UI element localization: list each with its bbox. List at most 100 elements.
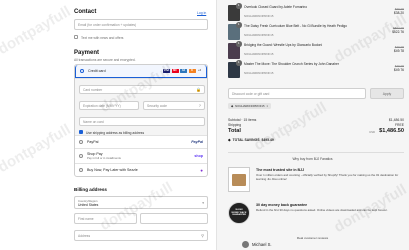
item-name: Master The Move: The Shoulder Crunch Ser…: [244, 62, 339, 66]
quantity-badge: 1: [236, 41, 242, 47]
guarantee-title: 30 day money back guarantee: [256, 203, 308, 207]
name-on-card-field[interactable]: Name on card: [79, 117, 205, 126]
paypal-label: PayPal: [87, 140, 99, 144]
trust-text: Over 1 million orders and counting - off…: [256, 173, 399, 181]
subtotal-label: Subtotal · 15 items: [228, 118, 257, 122]
item-price: $522.76: [392, 30, 404, 34]
cart-item: 1 Overlook Closed Guard by Adele Fornari…: [228, 3, 404, 21]
first-name-field[interactable]: First name: [74, 213, 137, 224]
shop-pay-text: Shop Pay Pay in full or in installments: [87, 152, 121, 160]
payment-option-shop-pay[interactable]: Shop Pay Pay in full or in installments …: [75, 148, 207, 163]
radio-icon[interactable]: [80, 69, 84, 73]
tag-icon: ◆: [231, 104, 234, 108]
radio-icon[interactable]: [79, 168, 83, 172]
total-savings: ◆ TOTAL SAVINGS $495.49: [228, 138, 274, 142]
sezzle-icon: ●: [200, 167, 203, 173]
shop-pay-sub: Pay in full or in installments: [87, 156, 121, 160]
applied-code-tag: ◆ NOGUARDNOPROF15 ×: [228, 103, 272, 109]
payment-heading: Payment: [74, 50, 100, 56]
login-link[interactable]: Log in: [197, 11, 206, 15]
discount-code-field[interactable]: Discount code or gift card: [228, 88, 366, 99]
card-brand-icons: VISA MC AX D +4: [163, 68, 202, 74]
item-price: $49.78: [393, 49, 404, 53]
applied-code: NOGUARDNOPROF15: [235, 104, 265, 108]
shipping-label: Shipping: [228, 123, 242, 127]
country-value: United States: [78, 202, 99, 207]
guarantee-badge-text: 30-DAY MONEY BACK GUARANTEE: [231, 209, 247, 217]
country-select[interactable]: Country/Region United States ▾: [74, 196, 208, 209]
payment-option-paypal[interactable]: PayPal PayPal: [75, 135, 207, 148]
expiration-field[interactable]: Expiration date (MM / YY): [79, 101, 139, 110]
box-icon: [228, 167, 250, 192]
card-number-field[interactable]: Card number 🔒: [79, 85, 205, 94]
card-form: Card number 🔒 Expiration date (MM / YY) …: [75, 78, 207, 135]
item-name: Bridging the Guard: Wrestle Ups by Gianc…: [244, 43, 323, 47]
billing-same-label: Use shipping address as billing address: [86, 130, 145, 135]
expiration-placeholder: Expiration date (MM / YY): [83, 103, 121, 108]
reviews-heading: Real customer reviews: [296, 236, 329, 240]
visa-icon: VISA: [163, 68, 170, 74]
payment-option-sezzle[interactable]: Buy Now, Pay Later with Sezzle ●: [75, 163, 207, 176]
chevron-down-icon: ▾: [202, 201, 204, 205]
more-cards-count: +4: [198, 68, 201, 72]
security-code-field[interactable]: Security code ?: [143, 101, 205, 110]
first-name-placeholder: First name: [78, 216, 94, 221]
security-placeholder: Security code: [147, 103, 167, 108]
savings-value: $495.49: [261, 138, 274, 142]
radio-icon[interactable]: [79, 140, 83, 144]
checkout-form: Contact Log in Email (for order confirma…: [0, 0, 216, 250]
item-name: Overlook Closed Guard by Adele Fornarino: [244, 5, 308, 9]
address-field[interactable]: Address ⚲: [74, 230, 208, 241]
card-number-placeholder: Card number: [83, 87, 103, 92]
total-label: Total: [228, 128, 241, 134]
divider: [228, 152, 404, 153]
avatar: [242, 241, 249, 248]
guarantee-text: Refund in the first 30 days no questions…: [256, 208, 388, 212]
quantity-badge: 1: [236, 60, 242, 66]
payment-option-credit-card[interactable]: Credit card VISA MC AX D +4: [75, 65, 207, 78]
cart-item: 1 Master The Move: The Shoulder Crunch S…: [228, 60, 404, 78]
shop-pay-logo: shop: [194, 154, 203, 158]
quantity-badge: 1: [236, 22, 242, 28]
apply-button[interactable]: Apply: [370, 88, 404, 99]
contact-heading: Contact: [74, 9, 97, 15]
trust-heading: Why buy from BJJ Fanatics: [292, 157, 333, 161]
credit-card-label: Credit card: [88, 69, 106, 73]
item-name: The Daisy Fresh Curriculum Blue Belt - N…: [244, 24, 347, 28]
quantity-badge: 1: [236, 3, 242, 9]
billing-same-checkbox[interactable]: [79, 130, 83, 134]
close-icon[interactable]: ×: [267, 104, 269, 108]
lock-icon: 🔒: [196, 87, 201, 92]
item-discount-code: NOGUARDNOPROF15: [244, 33, 274, 37]
subtotal-value: $1,486.50: [388, 118, 404, 122]
name-placeholder: Name on card: [83, 119, 104, 124]
news-label: Text me with news and offers: [81, 35, 124, 40]
item-price: $38.20: [393, 11, 404, 15]
last-name-field[interactable]: [140, 213, 208, 224]
news-checkbox[interactable]: [74, 35, 78, 39]
trust-title: The most trusted site in BJJ: [256, 168, 305, 172]
item-price: $49.76: [393, 68, 404, 72]
guarantee-badge-icon: 30-DAY MONEY BACK GUARANTEE: [228, 202, 250, 224]
help-icon: ?: [198, 103, 201, 108]
amex-icon: AX: [180, 68, 187, 74]
payment-methods: Credit card VISA MC AX D +4 Card number …: [74, 64, 208, 177]
reviewer-name: Michael S.: [252, 242, 272, 247]
radio-icon[interactable]: [79, 154, 83, 158]
cart-item: 1 Bridging the Guard: Wrestle Ups by Gia…: [228, 41, 404, 59]
tag-icon: ◆: [228, 138, 231, 142]
discount-placeholder: Discount code or gift card: [232, 91, 270, 96]
mastercard-icon: MC: [171, 68, 179, 74]
search-icon: ⚲: [201, 233, 204, 238]
payment-subtitle: All transactions are secure and encrypte…: [74, 58, 136, 62]
package-icon: [232, 173, 246, 186]
item-discount-code: NOGUARDNOPROF15: [244, 52, 274, 56]
billing-heading: Billing address: [74, 187, 107, 192]
sezzle-label: Buy Now, Pay Later with Sezzle: [87, 168, 138, 172]
item-discount-code: NOGUARDNOPROF15: [244, 71, 274, 75]
email-placeholder: Email (for order confirmation + updates): [78, 22, 137, 27]
email-field[interactable]: Email (for order confirmation + updates): [74, 19, 208, 30]
cart-item: 1 The Daisy Fresh Curriculum Blue Belt -…: [228, 22, 404, 40]
address-placeholder: Address: [78, 233, 91, 238]
total-currency: USD: [369, 130, 375, 134]
